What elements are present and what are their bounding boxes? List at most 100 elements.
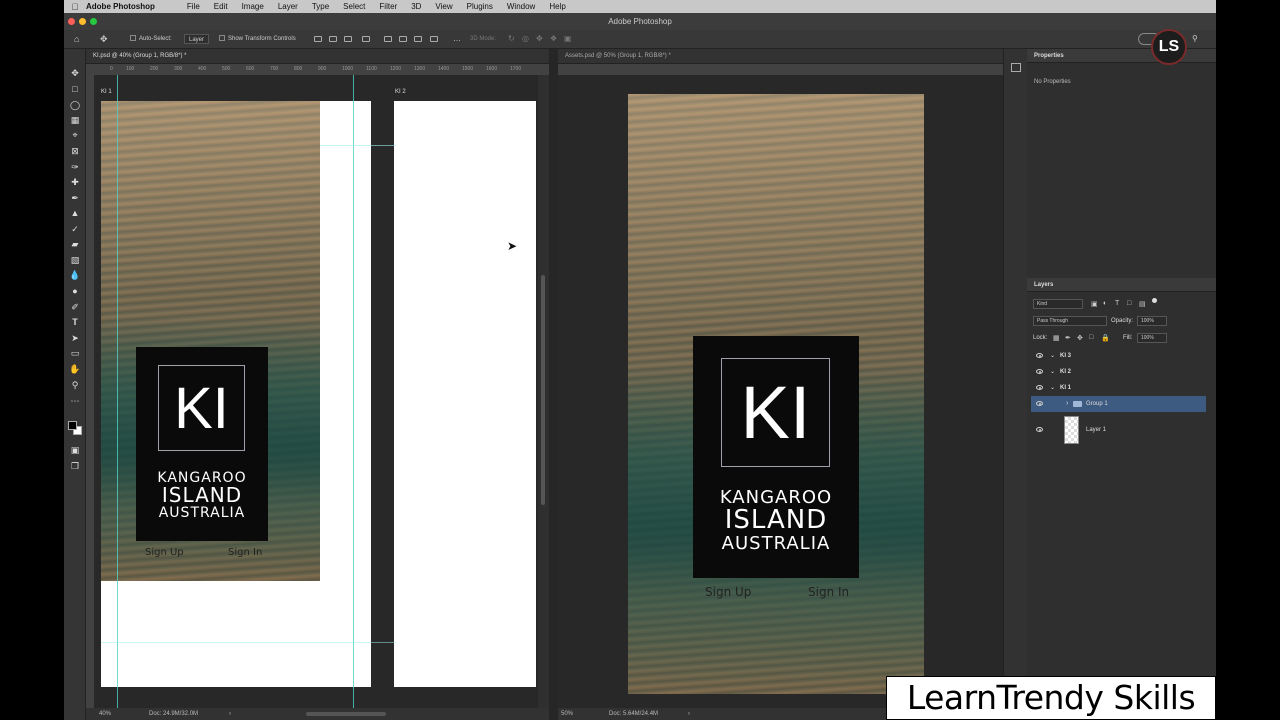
lock-position-icon[interactable]: ✥	[1077, 334, 1083, 342]
left-horizontal-scroll-thumb[interactable]	[306, 712, 386, 716]
visibility-eye-icon[interactable]	[1036, 427, 1043, 432]
pen-tool-icon[interactable]: ✐	[69, 301, 81, 313]
lock-artboard-icon[interactable]: □	[1089, 334, 1093, 341]
properties-panel-header[interactable]: Properties	[1027, 49, 1216, 63]
expand-chevron-icon[interactable]: ⌄	[1050, 364, 1055, 380]
artboard-ki1[interactable]: KI KANGAROO ISLAND AUSTRALIA Sign Up Sig…	[101, 101, 371, 687]
app-name-menu[interactable]: Adobe Photoshop	[86, 2, 155, 11]
layer-row-ki1[interactable]: ⌄ KI 1	[1031, 380, 1206, 396]
layer-row-layer1[interactable]: Layer 1	[1031, 413, 1206, 447]
expand-chevron-icon[interactable]: ⌄	[1050, 348, 1055, 364]
rectangle-tool-icon[interactable]: ▭	[69, 347, 81, 359]
sign-in-text-large[interactable]: Sign In	[808, 585, 849, 599]
right-status-chevron-icon[interactable]: ›	[688, 708, 690, 720]
visibility-eye-icon[interactable]	[1036, 401, 1043, 406]
dodge-tool-icon[interactable]: ●	[69, 285, 81, 297]
close-window-button[interactable]	[68, 18, 75, 25]
eraser-tool-icon[interactable]: ▰	[69, 238, 81, 250]
filter-toggle-icon[interactable]	[1152, 298, 1157, 303]
more-tools-icon[interactable]: ⋯	[69, 395, 81, 407]
visibility-eye-icon[interactable]	[1036, 369, 1043, 374]
3d-orbit-icon[interactable]: ↻	[508, 34, 515, 44]
layer-row-ki2[interactable]: ⌄ KI 2	[1031, 364, 1206, 380]
more-options-icon[interactable]: …	[453, 34, 461, 44]
lock-image-icon[interactable]: ✒	[1065, 334, 1071, 342]
menu-edit[interactable]: Edit	[214, 2, 228, 11]
menu-window[interactable]: Window	[507, 2, 535, 11]
left-vertical-scrollbar[interactable]	[538, 75, 549, 708]
opacity-field[interactable]: 100%	[1137, 316, 1167, 326]
menu-plugins[interactable]: Plugins	[467, 2, 493, 11]
distribute-vertical-icon[interactable]	[430, 36, 438, 42]
move-tool-preset-icon[interactable]: ✥	[100, 34, 108, 44]
path-selection-tool-icon[interactable]: ➤	[69, 332, 81, 344]
menu-view[interactable]: View	[435, 2, 452, 11]
left-doc-tab[interactable]: KI.psd @ 40% (Group 1, RGB/8*) *	[86, 49, 549, 64]
menu-layer[interactable]: Layer	[278, 2, 298, 11]
filter-adjustment-icon[interactable]: ◐	[1103, 300, 1107, 307]
auto-select-checkbox[interactable]: Auto-Select:	[130, 34, 172, 44]
menu-filter[interactable]: Filter	[379, 2, 397, 11]
sign-up-text-large[interactable]: Sign Up	[705, 585, 751, 599]
panel-toggle-icon[interactable]	[1011, 63, 1021, 72]
move-tool-icon[interactable]: ✥	[69, 67, 81, 79]
zoom-window-button[interactable]	[90, 18, 97, 25]
menu-type[interactable]: Type	[312, 2, 329, 11]
quick-mask-icon[interactable]: ▣	[69, 444, 81, 456]
marquee-tool-icon[interactable]: □	[69, 83, 81, 95]
menu-select[interactable]: Select	[343, 2, 365, 11]
right-zoom-readout[interactable]: 50%	[561, 708, 573, 720]
lasso-tool-icon[interactable]: ◯	[69, 99, 81, 111]
lock-transparent-icon[interactable]: ▦	[1053, 334, 1060, 342]
artboard-ki2-label[interactable]: KI 2	[395, 89, 406, 95]
align-middle-icon[interactable]	[399, 36, 407, 42]
type-tool-icon[interactable]: T	[69, 316, 81, 328]
3d-roll-icon[interactable]: ◎	[522, 34, 529, 44]
gradient-tool-icon[interactable]: ▧	[69, 254, 81, 266]
expand-chevron-icon[interactable]: ⌄	[1050, 380, 1055, 396]
eyedropper-tool-icon[interactable]: ✑	[69, 161, 81, 173]
pane-divider[interactable]	[549, 49, 558, 720]
clone-stamp-tool-icon[interactable]: ▲	[69, 207, 81, 219]
horizontal-guide-bottom[interactable]	[101, 642, 396, 643]
vertical-guide-left[interactable]	[117, 75, 118, 708]
visibility-eye-icon[interactable]	[1036, 385, 1043, 390]
screen-mode-icon[interactable]: ❐	[69, 460, 81, 472]
menu-3d[interactable]: 3D	[411, 2, 421, 11]
ki-logo-block[interactable]: KI KANGAROO ISLAND AUSTRALIA	[136, 347, 268, 541]
ki-logo-block-large[interactable]: KI KANGAROO ISLAND AUSTRALIA	[693, 336, 859, 578]
crop-tool-icon[interactable]: ⌖	[69, 129, 81, 141]
filter-shape-icon[interactable]: □	[1127, 300, 1131, 307]
align-left-icon[interactable]	[314, 36, 322, 42]
left-zoom-readout[interactable]: 40%	[99, 708, 111, 720]
3d-slide-icon[interactable]: ❖	[550, 34, 557, 44]
artboard-ki1-label[interactable]: KI 1	[101, 89, 112, 95]
transform-controls-checkbox[interactable]: Show Transform Controls	[219, 34, 296, 44]
menu-file[interactable]: File	[187, 2, 200, 11]
vertical-guide-right[interactable]	[353, 75, 354, 708]
lock-all-icon[interactable]: 🔒	[1101, 334, 1110, 342]
layer-filter-dropdown[interactable]: Kind	[1033, 299, 1083, 309]
align-center-icon[interactable]	[329, 36, 337, 42]
menu-help[interactable]: Help	[549, 2, 565, 11]
align-right-icon[interactable]	[344, 36, 352, 42]
frame-tool-icon[interactable]: ⊠	[69, 145, 81, 157]
layer-row-group1[interactable]: › Group 1	[1031, 396, 1206, 412]
healing-brush-tool-icon[interactable]: ✚	[69, 176, 81, 188]
fill-field[interactable]: 100%	[1137, 333, 1167, 343]
auto-select-dropdown[interactable]: Layer	[184, 34, 210, 44]
apple-icon[interactable]: 	[64, 2, 86, 12]
3d-scale-icon[interactable]: ▣	[564, 34, 572, 44]
left-status-chevron-icon[interactable]: ›	[229, 708, 231, 720]
brush-tool-icon[interactable]: ✒	[69, 192, 81, 204]
foreground-color-swatch[interactable]	[68, 421, 77, 430]
hand-tool-icon[interactable]: ✋	[69, 363, 81, 375]
filter-smart-object-icon[interactable]: ▤	[1139, 300, 1146, 308]
horizontal-guide-top[interactable]	[320, 145, 396, 146]
group-chevron-icon[interactable]: ›	[1066, 396, 1068, 412]
search-icon[interactable]: ⚲	[1192, 34, 1198, 44]
sign-in-text[interactable]: Sign In	[228, 547, 262, 558]
3d-pan-icon[interactable]: ✥	[536, 34, 543, 44]
blend-mode-dropdown[interactable]: Pass Through	[1033, 316, 1107, 326]
align-top-icon[interactable]	[384, 36, 392, 42]
